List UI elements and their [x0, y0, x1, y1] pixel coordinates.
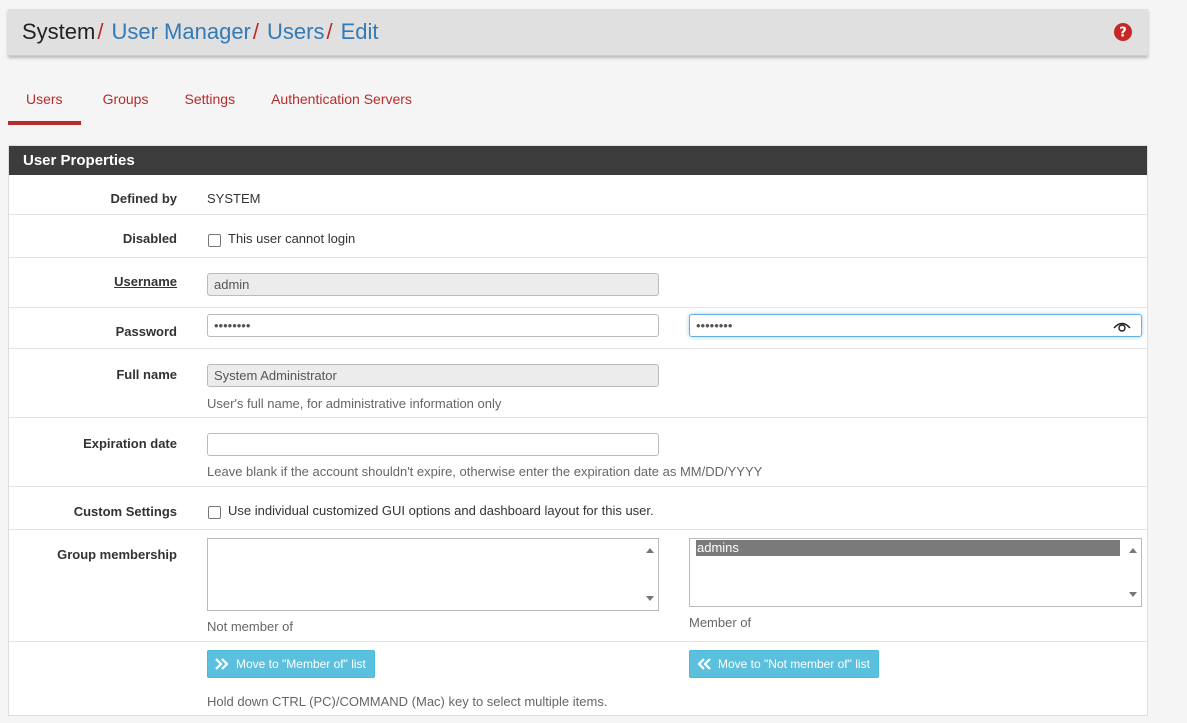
expiration-input[interactable] [207, 433, 659, 456]
tab-users[interactable]: Users [8, 80, 81, 125]
password-confirm-input[interactable]: •••••••• [689, 314, 1142, 337]
member-of-list[interactable]: admins [689, 538, 1142, 607]
page-header: System / User Manager / Users / Edit ? [8, 9, 1148, 56]
move-to-member-button[interactable]: Move to "Member of" list [207, 650, 375, 678]
move-to-not-member-button[interactable]: Move to "Not member of" list [689, 650, 879, 678]
disabled-row: Disabled This user cannot login [9, 215, 1147, 258]
double-chevron-right-icon [215, 658, 229, 670]
disabled-checkbox-label[interactable]: This user cannot login [228, 231, 355, 246]
username-row: Username admin [9, 258, 1147, 308]
svg-text:?: ? [1119, 26, 1127, 41]
multi-select-help: Hold down CTRL (PC)/COMMAND (Mac) key to… [207, 694, 608, 709]
breadcrumb-edit[interactable]: Edit [341, 21, 379, 43]
expiration-row: Expiration date Leave blank if the accou… [9, 418, 1147, 487]
list-item[interactable]: admins [696, 540, 1120, 556]
breadcrumb-users[interactable]: Users [267, 21, 324, 43]
not-member-of-list[interactable] [207, 538, 659, 611]
custom-settings-checkbox-label[interactable]: Use individual customized GUI options an… [228, 503, 654, 518]
tab-groups[interactable]: Groups [85, 80, 167, 125]
username-label: Username [114, 274, 177, 289]
scroll-down-icon[interactable] [646, 596, 654, 601]
breadcrumb-separator: / [252, 19, 259, 44]
eye-icon[interactable] [1113, 320, 1131, 332]
scroll-up-icon[interactable] [1129, 548, 1137, 553]
full-name-row: Full name System Administrator User's fu… [9, 349, 1147, 418]
double-chevron-left-icon [697, 658, 711, 670]
custom-settings-label: Custom Settings [73, 504, 177, 519]
group-membership-label: Group membership [57, 547, 177, 562]
panel-title: User Properties [9, 146, 1147, 175]
group-membership-row: Group membership Not member of admins Me… [9, 530, 1147, 642]
tab-authentication-servers[interactable]: Authentication Servers [253, 80, 430, 125]
breadcrumb-root: System [22, 19, 96, 44]
question-circle-icon[interactable]: ? [1114, 23, 1132, 41]
password-input[interactable]: •••••••• [207, 314, 659, 337]
breadcrumb-separator: / [97, 19, 104, 44]
password-confirm-value: •••••••• [696, 318, 733, 333]
password-label: Password [115, 324, 177, 339]
move-to-not-member-label: Move to "Not member of" list [718, 657, 870, 671]
full-name-help: User's full name, for administrative inf… [207, 396, 502, 411]
full-name-input[interactable]: System Administrator [207, 364, 659, 387]
not-member-of-caption: Not member of [207, 619, 293, 634]
username-input[interactable]: admin [207, 273, 659, 296]
custom-settings-row: Custom Settings Use individual customize… [9, 487, 1147, 530]
breadcrumb-separator: / [326, 19, 333, 44]
tab-bar: Users Groups Settings Authentication Ser… [8, 80, 430, 126]
defined-by-label: Defined by [110, 191, 177, 206]
user-properties-panel: User Properties Defined by SYSTEM Disabl… [8, 145, 1148, 716]
defined-by-row: Defined by SYSTEM [9, 175, 1147, 215]
disabled-label: Disabled [122, 231, 177, 246]
password-row: Password •••••••• •••••••• [9, 308, 1147, 349]
breadcrumb-user-manager[interactable]: User Manager [111, 21, 250, 43]
full-name-label: Full name [116, 367, 177, 382]
tab-settings[interactable]: Settings [166, 80, 253, 125]
scroll-down-icon[interactable] [1129, 592, 1137, 597]
disabled-checkbox[interactable] [208, 234, 221, 247]
scroll-up-icon[interactable] [646, 548, 654, 553]
defined-by-value: SYSTEM [207, 191, 261, 206]
expiration-help: Leave blank if the account shouldn't exp… [207, 464, 763, 479]
move-buttons-row: Move to "Member of" list Move to "Not me… [9, 642, 1147, 716]
move-to-member-label: Move to "Member of" list [236, 657, 366, 671]
custom-settings-checkbox[interactable] [208, 506, 221, 519]
expiration-label: Expiration date [83, 436, 177, 451]
member-of-caption: Member of [689, 615, 752, 630]
